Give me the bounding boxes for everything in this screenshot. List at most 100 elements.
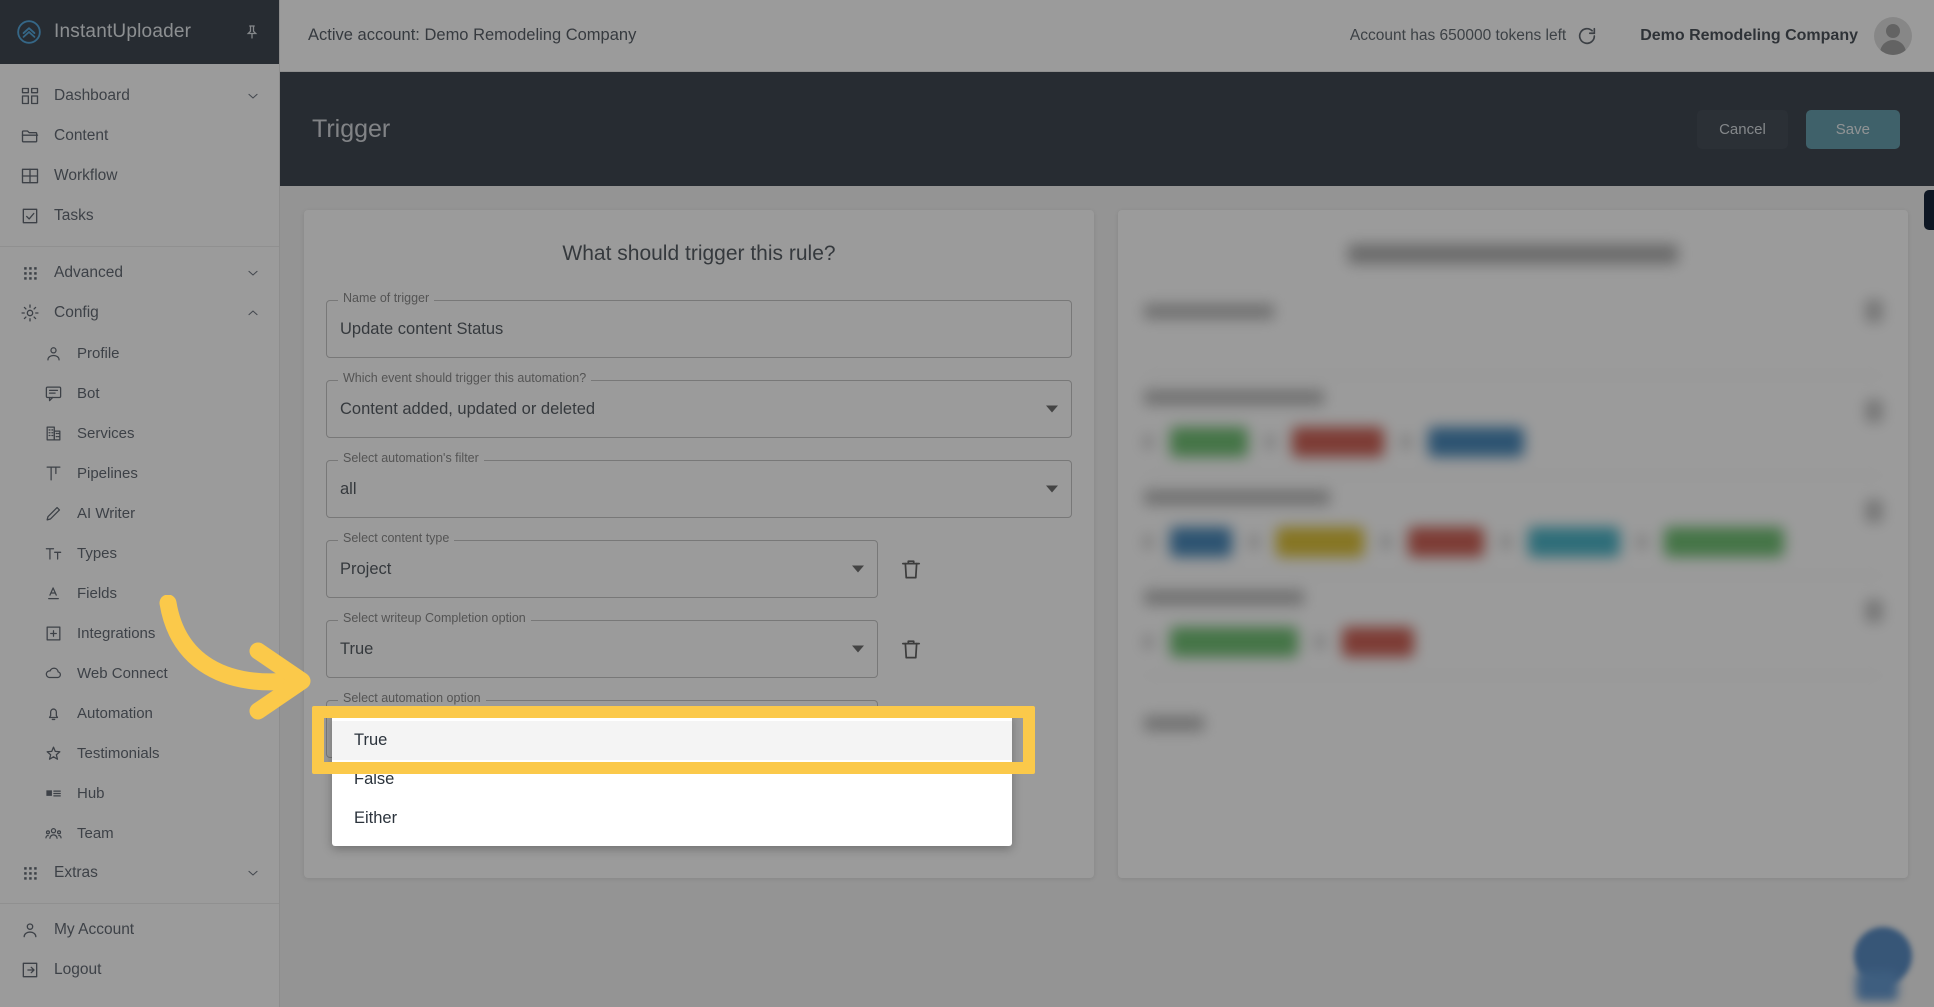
chevron-down-icon[interactable] — [245, 865, 261, 881]
sidebar-item-label: Integrations — [77, 624, 156, 642]
field-value[interactable]: Content added, updated or deleted — [326, 380, 1072, 438]
avatar-body — [1880, 39, 1906, 55]
dropdown-option-false[interactable]: False — [332, 760, 1012, 799]
status-chip[interactable] — [1528, 527, 1620, 557]
bell-icon — [44, 704, 63, 723]
card-list-icon — [44, 784, 63, 803]
field-value[interactable]: all — [326, 460, 1072, 518]
field-value[interactable]: Project — [326, 540, 878, 598]
trash-icon[interactable] — [1866, 400, 1882, 422]
sidebar-item-team[interactable]: Team — [0, 813, 279, 853]
chip-separator — [1402, 435, 1410, 449]
sidebar-menu[interactable]: Dashboard Content Workflow Tasks Advanced Con… — [0, 64, 279, 1007]
chevron-down-icon[interactable] — [852, 565, 864, 573]
sidebar-item-workflow[interactable]: Workflow — [0, 156, 279, 196]
chevron-down-icon[interactable] — [852, 645, 864, 653]
field-name-of-trigger[interactable]: Name of trigger Update content Status — [326, 291, 1072, 358]
trash-icon[interactable] — [898, 540, 924, 598]
sidebar-item-config[interactable]: Config — [0, 293, 279, 333]
chevron-down-icon[interactable] — [1046, 485, 1058, 493]
field-value[interactable]: True — [326, 620, 878, 678]
trash-icon[interactable] — [1866, 500, 1882, 522]
trash-icon[interactable] — [1866, 300, 1882, 322]
automation-option-dropdown[interactable]: True False Either — [332, 713, 1012, 846]
sidebar-item-types[interactable]: Types — [0, 533, 279, 573]
status-chip[interactable] — [1170, 427, 1248, 457]
refresh-icon[interactable] — [1576, 25, 1598, 47]
sidebar-item-label: Profile — [77, 344, 120, 362]
chevron-down-icon[interactable] — [245, 265, 261, 281]
sidebar-item-dashboard[interactable]: Dashboard — [0, 76, 279, 116]
sidebar-item-web-connect[interactable]: Web Connect — [0, 653, 279, 693]
save-button[interactable]: Save — [1805, 109, 1900, 149]
status-chip[interactable] — [1342, 627, 1414, 657]
status-chip[interactable] — [1664, 527, 1784, 557]
sidebar-item-integrations[interactable]: Integrations — [0, 613, 279, 653]
status-chip[interactable] — [1276, 527, 1364, 557]
avatar-head — [1886, 23, 1900, 38]
sidebar-item-extras[interactable]: Extras — [0, 853, 279, 893]
sidebar-item-profile[interactable]: Profile — [0, 333, 279, 373]
field-value[interactable]: Update content Status — [326, 300, 1072, 358]
sidebar-item-label: Web Connect — [77, 664, 168, 682]
status-chip[interactable] — [1408, 527, 1484, 557]
status-chip[interactable] — [1428, 427, 1524, 457]
trash-icon[interactable] — [898, 620, 924, 678]
chip-separator — [1250, 535, 1258, 549]
sidebar-item-label: Hub — [77, 784, 105, 802]
avatar[interactable] — [1874, 16, 1912, 55]
status-chip[interactable] — [1170, 627, 1298, 657]
sidebar-item-logout[interactable]: Logout — [0, 950, 279, 990]
sidebar-item-bot[interactable]: Bot — [0, 373, 279, 413]
status-chip[interactable] — [1292, 427, 1384, 457]
sidebar-item-fields[interactable]: Fields — [0, 573, 279, 613]
scrollbar[interactable] — [1924, 190, 1934, 230]
status-chip[interactable] — [1170, 527, 1232, 557]
chip-separator — [1266, 435, 1274, 449]
sidebar-item-label: Workflow — [54, 167, 118, 184]
star-icon — [44, 744, 63, 763]
sidebar-item-my-account[interactable]: My Account — [0, 910, 279, 950]
sidebar-item-pipelines[interactable]: Pipelines — [0, 453, 279, 493]
chevron-up-icon[interactable] — [245, 305, 261, 321]
tokens-left-label: Account has 650000 tokens left — [1349, 26, 1567, 44]
sidebar-item-tasks[interactable]: Tasks — [0, 196, 279, 236]
sidebar-item-services[interactable]: Services — [0, 413, 279, 453]
form-field-row: Which event should trigger this automati… — [304, 371, 1094, 438]
sidebar-item-testimonials[interactable]: Testimonials — [0, 733, 279, 773]
sidebar-item-label: Extras — [54, 864, 98, 881]
dropdown-option-either[interactable]: Either — [332, 799, 1012, 838]
table-grid-icon — [20, 166, 40, 186]
apps-dots-icon — [20, 263, 40, 283]
blurred-row — [1118, 490, 1908, 576]
chat-bubble-secondary-icon[interactable] — [1856, 971, 1898, 1001]
plus-square-icon — [44, 624, 63, 643]
company-name-label: Demo Remodeling Company — [1640, 26, 1858, 44]
chevron-down-icon[interactable] — [245, 88, 261, 104]
chip-separator — [1316, 635, 1324, 649]
field-select-writeup-completion-option[interactable]: Select writeup Completion option True — [326, 611, 878, 678]
sidebar-item-label: Advanced — [54, 264, 123, 281]
chevron-down-icon[interactable] — [1046, 405, 1058, 413]
sidebar-header: InstantUploader — [0, 0, 279, 64]
field-select-content-type[interactable]: Select content type Project — [326, 531, 878, 598]
trash-icon[interactable] — [1866, 600, 1882, 622]
sidebar-item-content[interactable]: Content — [0, 116, 279, 156]
cancel-button[interactable]: Cancel — [1697, 109, 1788, 149]
pin-icon[interactable] — [243, 23, 261, 41]
blurred-row — [1118, 590, 1908, 676]
field-label: Select writeup Completion option — [338, 611, 531, 625]
form-field-row: Select writeup Completion option True — [304, 611, 1094, 678]
sidebar-item-ai-writer[interactable]: AI Writer — [0, 493, 279, 533]
actions-panel — [1118, 210, 1908, 878]
chip-separator — [1144, 435, 1152, 449]
field-which-event-should-trigger-this-automation[interactable]: Which event should trigger this automati… — [326, 371, 1072, 438]
field-label: Name of trigger — [338, 291, 435, 305]
blurred-panel-title — [1348, 244, 1678, 264]
sidebar-item-advanced[interactable]: Advanced — [0, 253, 279, 293]
dropdown-option-true[interactable]: True — [332, 721, 1012, 760]
sidebar-item-hub[interactable]: Hub — [0, 773, 279, 813]
dashboard-grid-icon — [20, 86, 40, 106]
sidebar-item-automation[interactable]: Automation — [0, 693, 279, 733]
field-select-automation-s-filter[interactable]: Select automation's filter all — [326, 451, 1072, 518]
